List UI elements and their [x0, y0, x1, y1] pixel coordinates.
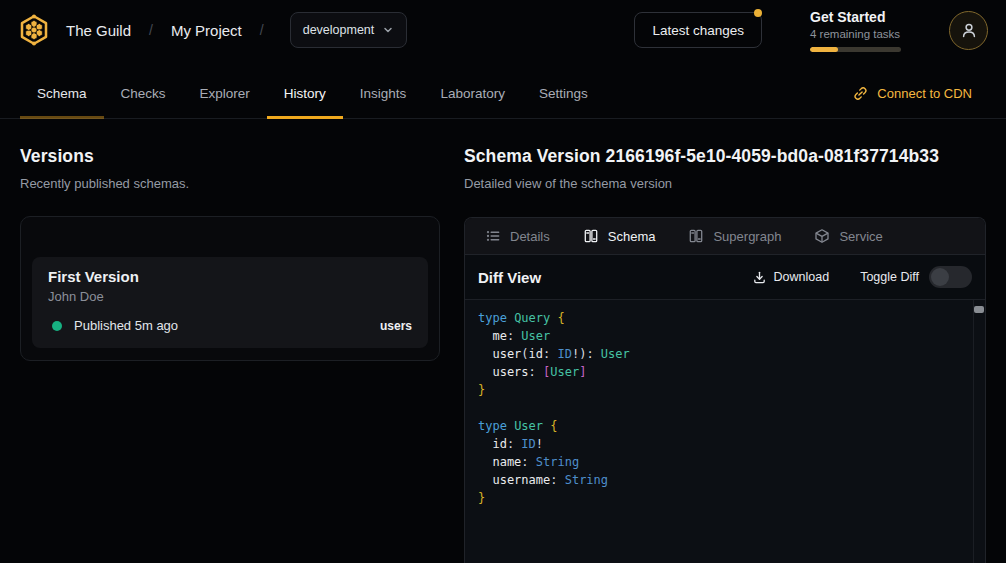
version-card-title: First Version — [48, 268, 412, 285]
schema-view-panel: Details Schema Supergraph — [464, 217, 986, 563]
versions-panel: Versions Recently published schemas. Fir… — [20, 146, 440, 361]
tab-service-label: Service — [839, 229, 882, 244]
code-line: user(id: ID!): User — [478, 345, 971, 363]
code-line: type Query { — [478, 309, 971, 327]
code-line: name: String — [478, 453, 971, 471]
chevron-down-icon — [382, 24, 394, 36]
code-line: users: [User] — [478, 363, 971, 381]
scrollbar-thumb[interactable] — [974, 306, 984, 313]
breadcrumb-separator: / — [149, 22, 153, 38]
code-lines: type Query {me: Useruser(id: ID!): Useru… — [478, 309, 971, 507]
scrollbar-track[interactable] — [973, 300, 985, 563]
diff-view-header: Diff View Download Toggle Diff — [465, 255, 985, 300]
code-line — [478, 399, 971, 417]
download-button[interactable]: Download — [752, 270, 830, 285]
tab-details[interactable]: Details — [485, 228, 550, 244]
tab-schema[interactable]: Schema — [20, 68, 104, 118]
schema-code-block[interactable]: type Query {me: Useruser(id: ID!): Useru… — [465, 300, 985, 563]
connect-to-cdn-link[interactable]: Connect to CDN — [853, 68, 972, 118]
tab-schema-view-label: Schema — [608, 229, 656, 244]
code-line: } — [478, 381, 971, 399]
tab-details-label: Details — [510, 229, 550, 244]
version-detail-title: Schema Version 2166196f-5e10-4059-bd0a-0… — [464, 146, 986, 167]
person-icon — [960, 21, 978, 39]
breadcrumb-project[interactable]: My Project — [171, 22, 242, 39]
code-line: id: ID! — [478, 435, 971, 453]
tab-service[interactable]: Service — [814, 228, 882, 244]
cube-icon — [814, 228, 830, 244]
tab-checks[interactable]: Checks — [104, 68, 183, 118]
tab-schema-view[interactable]: Schema — [583, 228, 656, 244]
columns-icon — [688, 228, 704, 244]
code-line: me: User — [478, 327, 971, 345]
get-started-title: Get Started — [810, 9, 901, 25]
get-started-progress-fill — [810, 47, 838, 52]
tab-supergraph-label: Supergraph — [713, 229, 781, 244]
diff-view-title: Diff View — [478, 269, 541, 286]
list-icon — [485, 228, 501, 244]
notification-dot — [754, 9, 762, 17]
version-card-service: users — [380, 319, 412, 333]
toggle-diff-switch[interactable] — [929, 266, 972, 288]
published-status-icon — [52, 321, 62, 331]
version-card-author: John Doe — [48, 289, 412, 304]
code-line: username: String — [478, 471, 971, 489]
app-header: The Guild / My Project / development Lat… — [0, 0, 1006, 60]
toggle-diff-knob — [931, 268, 949, 286]
project-nav: Schema Checks Explorer History Insights … — [0, 60, 1006, 119]
latest-changes-label: Latest changes — [652, 23, 744, 38]
code-line: } — [478, 489, 971, 507]
user-avatar[interactable] — [949, 11, 988, 50]
version-card-status: Published 5m ago — [74, 318, 178, 333]
breadcrumb-separator: / — [260, 22, 264, 38]
tab-settings[interactable]: Settings — [522, 68, 605, 118]
get-started-subtitle: 4 remaining tasks — [810, 28, 901, 40]
code-line: type User { — [478, 417, 971, 435]
toggle-diff-label: Toggle Diff — [860, 270, 919, 284]
columns-icon — [583, 228, 599, 244]
get-started-widget[interactable]: Get Started 4 remaining tasks — [810, 9, 901, 52]
target-selector[interactable]: development — [290, 12, 408, 48]
breadcrumb-org[interactable]: The Guild — [66, 22, 131, 39]
download-label: Download — [774, 270, 830, 284]
project-tabs: Schema Checks Explorer History Insights … — [20, 68, 605, 118]
link-icon — [853, 86, 868, 101]
schema-view-tabs: Details Schema Supergraph — [465, 218, 985, 255]
connect-to-cdn-label: Connect to CDN — [877, 86, 972, 101]
tab-supergraph[interactable]: Supergraph — [688, 228, 781, 244]
tab-explorer[interactable]: Explorer — [183, 68, 267, 118]
version-card[interactable]: First Version John Doe Published 5m ago … — [32, 257, 428, 348]
versions-subtitle: Recently published schemas. — [20, 176, 440, 191]
target-selector-value: development — [303, 23, 375, 37]
versions-list: First Version John Doe Published 5m ago … — [20, 216, 440, 361]
version-detail-subtitle: Detailed view of the schema version — [464, 176, 986, 191]
tab-laboratory[interactable]: Laboratory — [423, 68, 522, 118]
breadcrumb: The Guild / My Project / development — [66, 12, 407, 48]
latest-changes-button[interactable]: Latest changes — [634, 12, 762, 48]
tab-insights[interactable]: Insights — [343, 68, 424, 118]
guild-logo-icon[interactable] — [18, 14, 50, 46]
versions-title: Versions — [20, 146, 440, 167]
tab-history[interactable]: History — [267, 68, 343, 118]
download-icon — [752, 270, 767, 285]
version-detail-panel: Schema Version 2166196f-5e10-4059-bd0a-0… — [464, 146, 986, 563]
get-started-progressbar — [810, 47, 901, 52]
